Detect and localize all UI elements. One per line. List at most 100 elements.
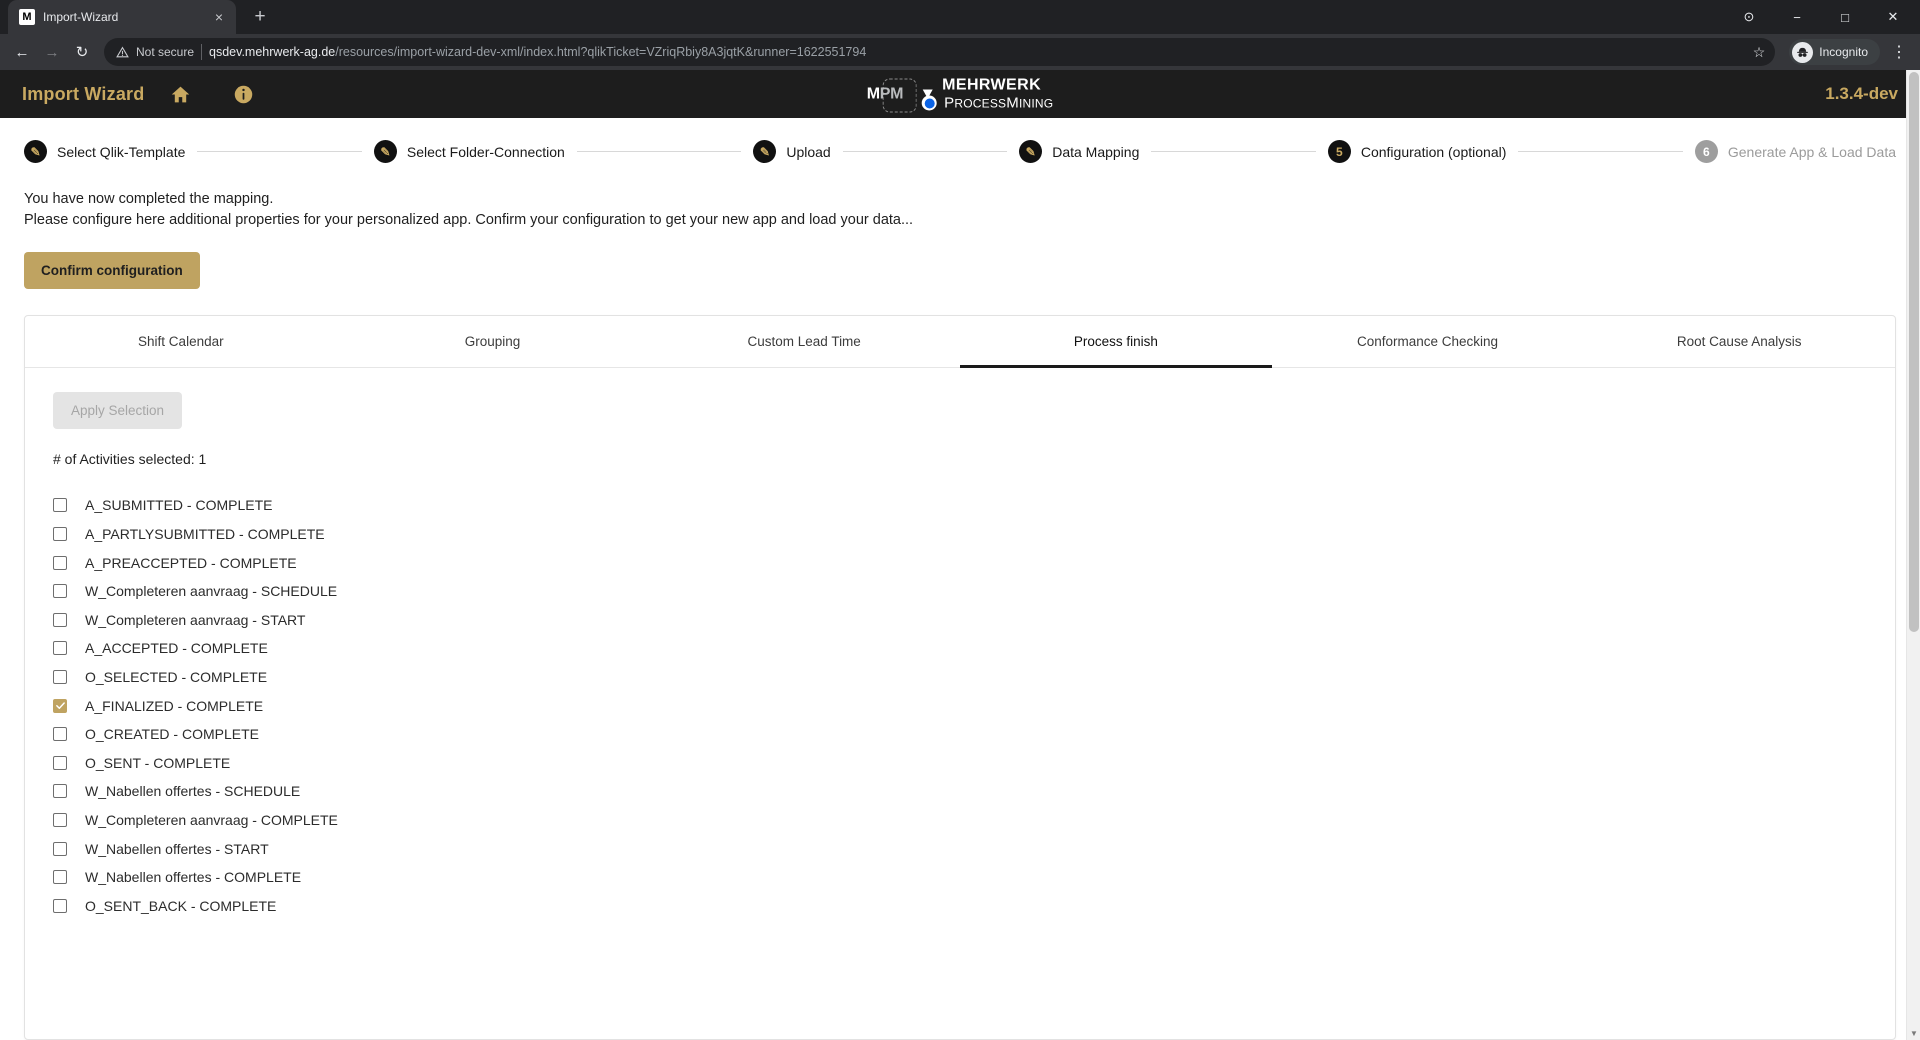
- browser-menu-icon[interactable]: ⋮: [1886, 42, 1912, 62]
- scroll-down-icon[interactable]: ▼: [1907, 1026, 1920, 1040]
- configuration-card: Shift Calendar Grouping Custom Lead Time Pr…: [24, 315, 1896, 1040]
- activity-checkbox[interactable]: [53, 841, 67, 856]
- step-edit-icon: ✎: [753, 140, 777, 163]
- activity-checkbox[interactable]: [53, 555, 67, 570]
- activity-row[interactable]: W_Completeren aanvraag - SCHEDULE: [53, 577, 1867, 606]
- activity-checkbox[interactable]: [53, 641, 67, 656]
- configuration-tabs: Shift Calendar Grouping Custom Lead Time Pr…: [25, 316, 1895, 369]
- tab-favicon: M: [19, 9, 35, 25]
- activity-row[interactable]: W_Nabellen offertes - START: [53, 834, 1867, 863]
- activity-row[interactable]: A_SUBMITTED - COMPLETE: [53, 491, 1867, 520]
- logo-wordmark: MEHRWERK PROCESSMINING: [922, 77, 1053, 111]
- activity-checkbox[interactable]: [53, 727, 67, 742]
- activity-row[interactable]: O_SENT - COMPLETE: [53, 749, 1867, 778]
- activity-row[interactable]: W_Completeren aanvraag - COMPLETE: [53, 806, 1867, 835]
- activity-checkbox[interactable]: [53, 784, 67, 799]
- wizard-step-2[interactable]: ✎ Select Folder-Connection: [373, 140, 565, 163]
- activity-checkbox[interactable]: [53, 670, 67, 685]
- page-scrollbar[interactable]: ▲ ▼: [1906, 70, 1920, 1040]
- tab-process-finish[interactable]: Process finish: [960, 316, 1272, 369]
- reload-icon[interactable]: ↻: [68, 38, 96, 66]
- activity-label: W_Completeren aanvraag - COMPLETE: [85, 811, 338, 828]
- incognito-label: Incognito: [1819, 45, 1868, 59]
- activity-label: A_PREACCEPTED - COMPLETE: [85, 554, 297, 571]
- activity-label: A_ACCEPTED - COMPLETE: [85, 640, 268, 657]
- activity-row[interactable]: W_Nabellen offertes - SCHEDULE: [53, 777, 1867, 806]
- window-controls: ⊙ − □ ✕: [1726, 0, 1920, 34]
- activity-checkbox[interactable]: [53, 612, 67, 627]
- extensions-icon[interactable]: ⊙: [1726, 0, 1772, 34]
- minimize-button[interactable]: −: [1774, 0, 1820, 34]
- home-icon[interactable]: [170, 84, 191, 105]
- url-text: qsdev.mehrwerk-ag.de/resources/import-wi…: [209, 45, 866, 59]
- address-bar[interactable]: Not secure qsdev.mehrwerk-ag.de/resource…: [104, 38, 1776, 66]
- activity-label: O_SELECTED - COMPLETE: [85, 669, 268, 686]
- tab-custom-lead-time[interactable]: Custom Lead Time: [648, 316, 960, 368]
- activity-checkbox[interactable]: [53, 870, 67, 885]
- mehrwerk-logo: MPM MEHRWERK PROCESSMINING: [867, 77, 1054, 112]
- back-icon[interactable]: ←: [8, 38, 36, 66]
- wizard-step-label: Configuration (optional): [1360, 143, 1507, 160]
- tab-root-cause-analysis[interactable]: Root Cause Analysis: [1583, 316, 1895, 368]
- activity-list: A_SUBMITTED - COMPLETE A_PARTLYSUBMITTED …: [53, 491, 1867, 920]
- new-tab-button[interactable]: +: [246, 3, 274, 31]
- activity-checkbox[interactable]: [53, 812, 67, 827]
- activity-checkbox[interactable]: [53, 898, 67, 913]
- app-header: Import Wizard MPM MEHRWERK PROCESSMINING: [0, 70, 1920, 118]
- wizard-step-3[interactable]: ✎ Upload: [753, 140, 831, 163]
- close-window-button[interactable]: ✕: [1870, 0, 1916, 34]
- activity-row[interactable]: A_PARTLYSUBMITTED - COMPLETE: [53, 520, 1867, 549]
- activity-row[interactable]: O_SELECTED - COMPLETE: [53, 663, 1867, 692]
- confirm-configuration-button[interactable]: Confirm configuration: [24, 252, 200, 290]
- incognito-badge[interactable]: Incognito: [1789, 39, 1880, 65]
- tab-conformance-checking[interactable]: Conformance Checking: [1272, 316, 1584, 368]
- browser-window: M Import-Wizard × + ⊙ − □ ✕ ← → ↻ Not se…: [0, 0, 1920, 1040]
- maximize-button[interactable]: □: [1822, 0, 1868, 34]
- activity-checkbox[interactable]: [53, 755, 67, 770]
- wizard-step-6[interactable]: 6 Generate App & Load Data: [1694, 140, 1896, 163]
- activity-label: A_PARTLYSUBMITTED - COMPLETE: [85, 526, 325, 543]
- intro-line-1: You have now completed the mapping.: [24, 191, 274, 207]
- wizard-step-label: Generate App & Load Data: [1727, 143, 1896, 160]
- activity-label: O_SENT - COMPLETE: [85, 754, 231, 771]
- tab-grouping[interactable]: Grouping: [337, 316, 649, 368]
- activities-selected-count: # of Activities selected: 1: [53, 451, 207, 468]
- tab-title: Import-Wizard: [43, 10, 119, 24]
- wizard-step-1[interactable]: ✎ Select Qlik-Template: [24, 140, 185, 163]
- scrollbar-thumb[interactable]: [1909, 72, 1919, 632]
- wizard-step-label: Upload: [786, 143, 831, 160]
- activity-row[interactable]: O_CREATED - COMPLETE: [53, 720, 1867, 749]
- browser-tab-strip: M Import-Wizard × + ⊙ − □ ✕: [0, 0, 1920, 34]
- activity-checkbox[interactable]: [53, 584, 67, 599]
- bookmark-star-icon[interactable]: ☆: [1753, 44, 1766, 61]
- activity-row[interactable]: A_PREACCEPTED - COMPLETE: [53, 548, 1867, 577]
- apply-selection-button[interactable]: Apply Selection: [53, 392, 183, 430]
- wizard-step-label: Data Mapping: [1052, 143, 1140, 160]
- wizard-step-5[interactable]: 5 Configuration (optional): [1327, 140, 1507, 163]
- wizard-step-4[interactable]: ✎ Data Mapping: [1019, 140, 1139, 163]
- activity-label: W_Completeren aanvraag - START: [85, 611, 306, 628]
- activity-row[interactable]: A_ACCEPTED - COMPLETE: [53, 634, 1867, 663]
- tab-shift-calendar[interactable]: Shift Calendar: [25, 316, 337, 368]
- activity-checkbox[interactable]: [53, 698, 67, 713]
- info-icon[interactable]: [233, 84, 254, 105]
- activity-checkbox[interactable]: [53, 498, 67, 513]
- forward-icon[interactable]: →: [38, 38, 66, 66]
- wizard-stepper: ✎ Select Qlik-Template ✎ Select Folder-Conn…: [0, 118, 1920, 181]
- activity-row[interactable]: W_Nabellen offertes - COMPLETE: [53, 863, 1867, 892]
- step-number-badge: 6: [1694, 140, 1718, 163]
- step-edit-icon: ✎: [24, 140, 47, 163]
- logo-product-name: PROCESSMINING: [922, 95, 1053, 111]
- activity-row[interactable]: O_SENT_BACK - COMPLETE: [53, 891, 1867, 920]
- step-edit-icon: ✎: [1019, 140, 1043, 163]
- activity-label: W_Nabellen offertes - COMPLETE: [85, 869, 302, 886]
- close-icon[interactable]: ×: [210, 10, 228, 24]
- activity-row[interactable]: W_Completeren aanvraag - START: [53, 606, 1867, 635]
- activity-checkbox[interactable]: [53, 527, 67, 542]
- wizard-step-label: Select Folder-Connection: [406, 143, 565, 160]
- activity-row[interactable]: A_FINALIZED - COMPLETE: [53, 691, 1867, 720]
- incognito-hat-icon: [1792, 41, 1814, 63]
- step-connector: [842, 151, 1008, 152]
- browser-tab[interactable]: M Import-Wizard ×: [8, 0, 236, 34]
- browser-toolbar: ← → ↻ Not secure qsdev.mehrwerk-ag.de/re…: [0, 34, 1920, 70]
